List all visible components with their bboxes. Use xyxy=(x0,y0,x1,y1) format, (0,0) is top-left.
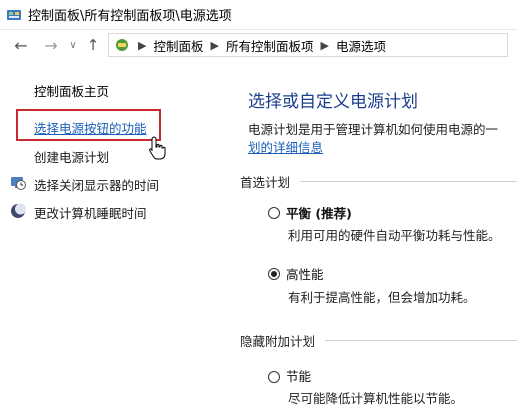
page-title: 选择或自定义电源计划 xyxy=(248,92,418,112)
main-content: 选择或自定义电源计划 电源计划是用于管理计算机如何使用电源的一 划的详细信息 首… xyxy=(230,62,517,408)
section-title: 隐藏附加计划 xyxy=(240,334,316,349)
plan-description: 尽可能降低计算机性能以节能。 xyxy=(288,391,464,406)
control-panel-address-icon xyxy=(113,36,131,54)
address-bar[interactable]: ▶ 控制面板 ▶ 所有控制面板项 ▶ 电源选项 xyxy=(108,33,508,57)
moon-icon xyxy=(11,203,26,218)
sidebar-item-sleep-time[interactable]: 更改计算机睡眠时间 xyxy=(34,203,147,222)
back-arrow-icon[interactable]: ← xyxy=(10,34,32,56)
breadcrumb-separator-icon: ▶ xyxy=(138,38,147,52)
title-bar: 控制面板\所有控制面板项\电源选项 xyxy=(0,0,517,30)
forward-arrow-icon[interactable]: → xyxy=(40,34,62,56)
plan-name[interactable]: 平衡 (推荐) xyxy=(286,203,352,222)
divider xyxy=(325,340,517,341)
up-arrow-icon[interactable]: ↑ xyxy=(82,34,104,56)
control-panel-icon xyxy=(6,7,22,23)
breadcrumb-item[interactable]: 所有控制面板项 xyxy=(226,36,314,55)
hidden-plans-header[interactable]: 隐藏附加计划 xyxy=(240,331,517,350)
breadcrumb-separator-icon: ▶ xyxy=(320,38,329,52)
sidebar: 控制面板主页 选择电源按钮的功能 创建电源计划 选择关闭显示器的时间 更改计算机… xyxy=(0,62,230,408)
window-title: 控制面板\所有控制面板项\电源选项 xyxy=(28,9,232,24)
sidebar-home-link[interactable]: 控制面板主页 xyxy=(34,81,109,100)
monitor-clock-icon xyxy=(11,177,26,190)
sidebar-item-display-off-time[interactable]: 选择关闭显示器的时间 xyxy=(34,175,159,194)
plan-name[interactable]: 高性能 xyxy=(286,264,324,283)
preferred-plans-header: 首选计划 xyxy=(240,172,517,191)
plan-name[interactable]: 节能 xyxy=(286,366,311,385)
plan-power-saver-radio[interactable] xyxy=(268,371,280,383)
plan-description: 利用可用的硬件自动平衡功耗与性能。 xyxy=(288,228,501,243)
plan-description: 有利于提高性能，但会增加功耗。 xyxy=(288,290,476,305)
description-text: 电源计划是用于管理计算机如何使用电源的一 xyxy=(248,122,499,137)
sidebar-item-create-plan[interactable]: 创建电源计划 xyxy=(34,147,109,166)
breadcrumb-item[interactable]: 控制面板 xyxy=(153,36,203,55)
divider xyxy=(300,181,517,182)
details-link[interactable]: 划的详细信息 xyxy=(248,137,323,156)
sidebar-item-power-button[interactable]: 选择电源按钮的功能 xyxy=(34,118,147,137)
breadcrumb-item[interactable]: 电源选项 xyxy=(336,36,386,55)
hand-cursor-icon xyxy=(149,136,166,160)
recent-locations-chevron-icon[interactable]: ∨ xyxy=(66,34,80,56)
plan-balanced-radio[interactable] xyxy=(268,207,280,219)
navigation-bar: ← → ∨ ↑ ▶ 控制面板 ▶ 所有控制面板项 ▶ 电源选项 xyxy=(0,30,517,60)
plan-high-performance-radio[interactable] xyxy=(268,268,280,280)
section-title: 首选计划 xyxy=(240,175,291,190)
breadcrumb-separator-icon: ▶ xyxy=(210,38,219,52)
